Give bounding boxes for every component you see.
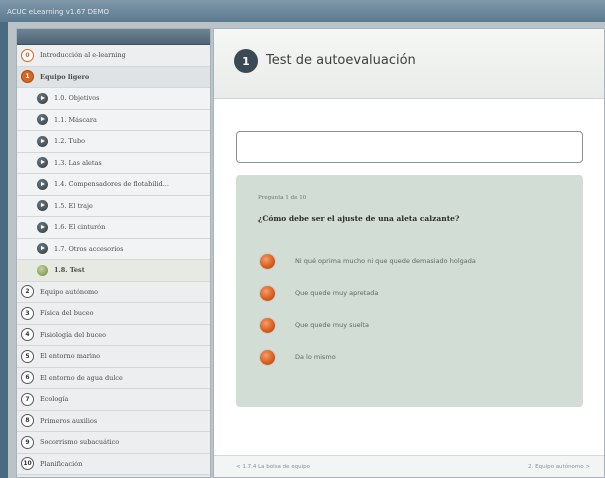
sidebar-header (17, 29, 210, 45)
chapter-number-icon: 5 (21, 349, 34, 363)
play-bullet-icon (37, 200, 48, 212)
window-title: ACUC eLearning v1.67 DEMO (7, 8, 110, 16)
previous-link[interactable]: < 1.7.4 La bolsa de equipo (236, 464, 310, 470)
option-label: Ni qué oprima mucho ni que quede demasia… (295, 257, 476, 265)
play-bullet-icon (37, 243, 48, 255)
chapter-number-icon: 8 (21, 414, 34, 428)
content-header: 1 Test de autoevaluación (214, 29, 604, 99)
current-dot-icon (37, 264, 48, 276)
chapter-number-icon: 2 (21, 285, 34, 299)
answer-option-1[interactable]: Ni qué oprima mucho ni que quede demasia… (260, 253, 476, 269)
sidebar-subitem-objetivos[interactable]: 1.0. Objetivos (17, 88, 210, 110)
sidebar-item-label: 1.3. Las aletas (54, 158, 102, 167)
option-label: Que quede muy apretada (295, 289, 379, 297)
sidebar-item-equipo-ligero[interactable]: 1 Equipo ligero (17, 66, 210, 88)
play-bullet-icon (37, 221, 48, 233)
page-title: Test de autoevaluación (266, 53, 416, 68)
play-bullet-icon (37, 157, 48, 169)
sidebar-item-label: Fisiología del buceo (40, 330, 106, 339)
sidebar-item-label: 1.1. Máscara (54, 115, 97, 124)
chapter-number-icon: 9 (21, 435, 34, 449)
sidebar-subitem-mascara[interactable]: 1.1. Máscara (17, 109, 210, 131)
question-panel: Pregunta 1 de 10 ¿Cómo debe ser el ajust… (236, 175, 583, 407)
sidebar-item-intro[interactable]: 0 Introducción al e-learning (17, 45, 210, 67)
sidebar-item-fisiologia[interactable]: 4 Fisiología del buceo (17, 324, 210, 346)
next-link[interactable]: 2. Equipo autónomo > (528, 464, 590, 470)
chapter-number-icon: 7 (21, 392, 34, 406)
sidebar-item-primeros-auxilios[interactable]: 8 Primeros auxilios (17, 410, 210, 432)
option-label: Que quede muy suelta (295, 321, 369, 329)
section-number-icon: 1 (234, 49, 258, 73)
play-bullet-icon (37, 114, 48, 126)
content-footer: < 1.7.4 La bolsa de equipo 2. Equipo aut… (214, 455, 604, 477)
chapter-number-icon: 0 (21, 48, 34, 62)
sidebar-item-label: Socorrismo subacuático (40, 438, 120, 447)
sidebar-item-label: Primeros auxilios (40, 416, 98, 425)
sidebar-item-planificacion[interactable]: 10 Planificación (17, 453, 210, 475)
chapter-number-icon: 3 (21, 306, 34, 320)
content-panel: 1 Test de autoevaluación Pregunta 1 de 1… (213, 28, 605, 478)
sidebar-item-fisica[interactable]: 3 Física del buceo (17, 303, 210, 325)
chapter-number-icon: 10 (21, 457, 34, 471)
play-bullet-icon (37, 135, 48, 147)
radio-button-icon[interactable] (260, 349, 275, 365)
answer-input[interactable] (236, 131, 583, 163)
sidebar-item-label: Planificación (40, 459, 83, 468)
window-titlebar: ACUC eLearning v1.67 DEMO (0, 0, 605, 22)
radio-button-icon[interactable] (260, 317, 275, 333)
sidebar-item-label: 1.5. El traje (54, 201, 93, 210)
sidebar-item-agua-dulce[interactable]: 6 El entorno de agua dulce (17, 367, 210, 389)
sidebar-item-label: 1.4. Compensadores de flotabilid... (54, 180, 169, 189)
play-bullet-icon (37, 92, 48, 104)
sidebar-item-label: 1.0. Objetivos (54, 94, 100, 103)
sidebar-item-label: 1.7. Otros accesorios (54, 244, 124, 253)
sidebar-item-label: Física del buceo (40, 309, 94, 318)
sidebar-item-label: Equipo ligero (40, 72, 90, 81)
sidebar-subitem-tubo[interactable]: 1.2. Tubo (17, 131, 210, 153)
question-text: ¿Cómo debe ser el ajuste de una aleta ca… (258, 214, 460, 223)
question-counter: Pregunta 1 de 10 (258, 195, 307, 201)
option-label: Da lo mismo (295, 353, 336, 361)
chapter-number-icon: 4 (21, 328, 34, 342)
sidebar-item-label: El entorno de agua dulce (40, 373, 123, 382)
radio-button-icon[interactable] (260, 253, 275, 269)
sidebar-menu: 0 Introducción al e-learning 1 Equipo li… (17, 45, 210, 475)
play-bullet-icon (37, 178, 48, 190)
sidebar-subitem-cinturon[interactable]: 1.6. El cinturón (17, 217, 210, 239)
sidebar-item-label: 1.2. Tubo (54, 137, 86, 146)
sidebar-item-equipo-autonomo[interactable]: 2 Equipo autónomo (17, 281, 210, 303)
sidebar-subitem-test[interactable]: 1.8. Test (17, 260, 210, 282)
sidebar-subitem-accesorios[interactable]: 1.7. Otros accesorios (17, 238, 210, 260)
sidebar-subitem-traje[interactable]: 1.5. El traje (17, 195, 210, 217)
sidebar-item-entorno-marino[interactable]: 5 El entorno marino (17, 346, 210, 368)
sidebar-item-ecologia[interactable]: 7 Ecología (17, 389, 210, 411)
chapter-number-icon: 1 (21, 70, 34, 84)
sidebar-item-socorrismo[interactable]: 9 Socorrismo subacuático (17, 432, 210, 454)
chapter-number-icon: 6 (21, 371, 34, 385)
answer-option-2[interactable]: Que quede muy apretada (260, 285, 378, 301)
sidebar-item-label: Ecología (40, 395, 69, 404)
radio-button-icon[interactable] (260, 285, 275, 301)
sidebar-item-label: 1.8. Test (54, 266, 85, 275)
sidebar-subitem-aletas[interactable]: 1.3. Las aletas (17, 152, 210, 174)
sidebar-item-label: El entorno marino (40, 352, 101, 361)
answer-option-4[interactable]: Da lo mismo (260, 349, 336, 365)
sidebar-item-label: Equipo autónomo (40, 287, 99, 296)
sidebar-item-label: 1.6. El cinturón (54, 223, 106, 232)
sidebar-subitem-compensadores[interactable]: 1.4. Compensadores de flotabilid... (17, 174, 210, 196)
app-frame: 0 Introducción al e-learning 1 Equipo li… (8, 22, 605, 478)
sidebar-item-label: Introducción al e-learning (40, 51, 126, 60)
sidebar: 0 Introducción al e-learning 1 Equipo li… (16, 28, 211, 478)
answer-option-3[interactable]: Que quede muy suelta (260, 317, 369, 333)
